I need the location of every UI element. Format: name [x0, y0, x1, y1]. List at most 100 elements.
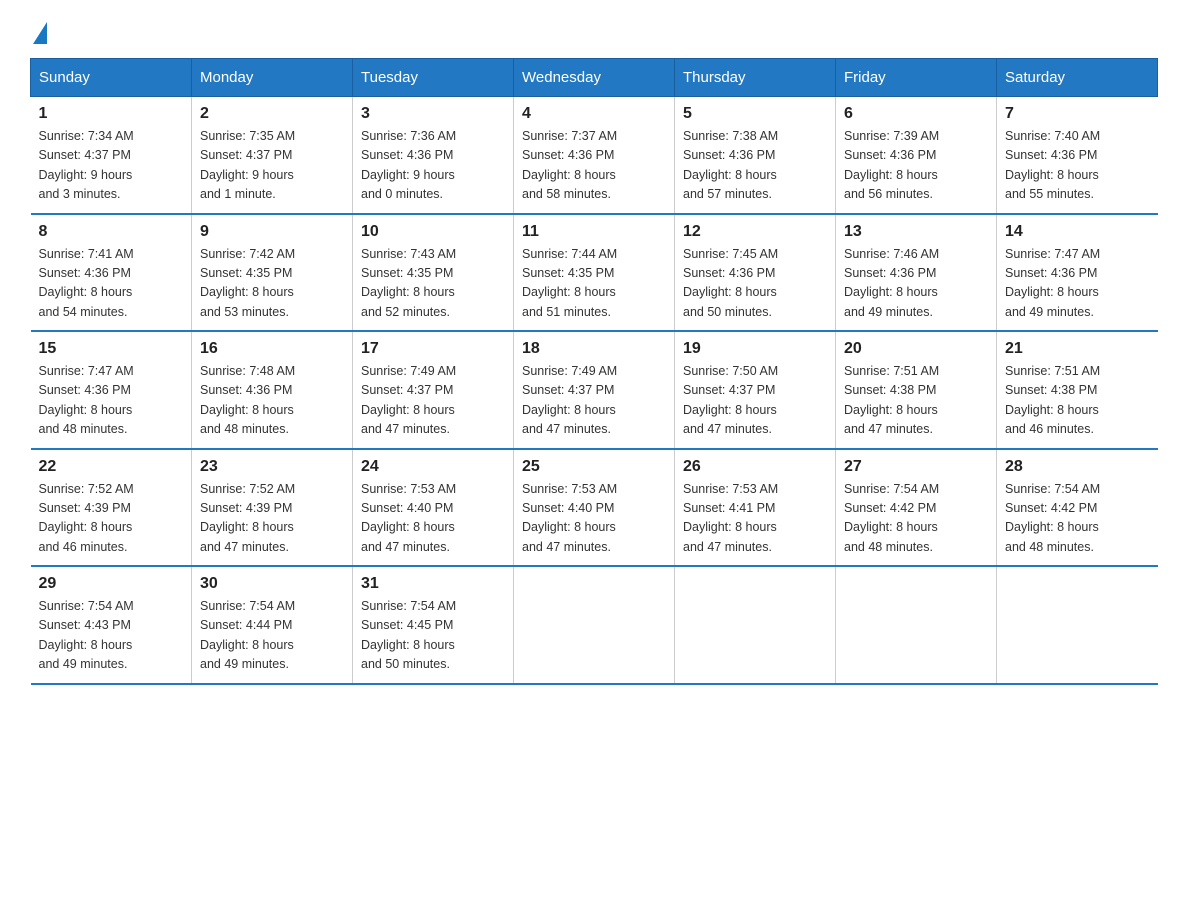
day-info: Sunrise: 7:47 AM Sunset: 4:36 PM Dayligh…: [39, 362, 184, 440]
day-number: 1: [39, 105, 184, 123]
day-number: 31: [361, 575, 505, 593]
day-number: 3: [361, 105, 505, 123]
day-info: Sunrise: 7:54 AM Sunset: 4:42 PM Dayligh…: [1005, 480, 1150, 558]
day-info: Sunrise: 7:52 AM Sunset: 4:39 PM Dayligh…: [200, 480, 344, 558]
day-header-wednesday: Wednesday: [514, 59, 675, 97]
day-info: Sunrise: 7:38 AM Sunset: 4:36 PM Dayligh…: [683, 127, 827, 205]
day-info: Sunrise: 7:45 AM Sunset: 4:36 PM Dayligh…: [683, 245, 827, 323]
calendar-week-row: 22 Sunrise: 7:52 AM Sunset: 4:39 PM Dayli…: [31, 449, 1158, 567]
day-info: Sunrise: 7:41 AM Sunset: 4:36 PM Dayligh…: [39, 245, 184, 323]
logo-triangle-icon: [33, 22, 47, 44]
day-number: 13: [844, 223, 988, 241]
day-number: 14: [1005, 223, 1150, 241]
day-header-sunday: Sunday: [31, 59, 192, 97]
day-number: 24: [361, 458, 505, 476]
day-info: Sunrise: 7:42 AM Sunset: 4:35 PM Dayligh…: [200, 245, 344, 323]
day-header-tuesday: Tuesday: [353, 59, 514, 97]
day-number: 21: [1005, 340, 1150, 358]
day-header-friday: Friday: [836, 59, 997, 97]
calendar-cell: 26 Sunrise: 7:53 AM Sunset: 4:41 PM Dayli…: [675, 449, 836, 567]
calendar-cell: 18 Sunrise: 7:49 AM Sunset: 4:37 PM Dayli…: [514, 331, 675, 449]
calendar-cell: 5 Sunrise: 7:38 AM Sunset: 4:36 PM Daylig…: [675, 97, 836, 214]
day-number: 25: [522, 458, 666, 476]
day-info: Sunrise: 7:35 AM Sunset: 4:37 PM Dayligh…: [200, 127, 344, 205]
day-header-monday: Monday: [192, 59, 353, 97]
calendar-cell: 12 Sunrise: 7:45 AM Sunset: 4:36 PM Dayli…: [675, 214, 836, 332]
calendar-cell: 6 Sunrise: 7:39 AM Sunset: 4:36 PM Daylig…: [836, 97, 997, 214]
calendar-cell: [514, 566, 675, 684]
calendar-cell: 3 Sunrise: 7:36 AM Sunset: 4:36 PM Daylig…: [353, 97, 514, 214]
calendar-cell: 10 Sunrise: 7:43 AM Sunset: 4:35 PM Dayli…: [353, 214, 514, 332]
day-number: 2: [200, 105, 344, 123]
day-number: 5: [683, 105, 827, 123]
day-info: Sunrise: 7:51 AM Sunset: 4:38 PM Dayligh…: [844, 362, 988, 440]
day-info: Sunrise: 7:47 AM Sunset: 4:36 PM Dayligh…: [1005, 245, 1150, 323]
day-info: Sunrise: 7:53 AM Sunset: 4:40 PM Dayligh…: [361, 480, 505, 558]
day-number: 15: [39, 340, 184, 358]
calendar-cell: 20 Sunrise: 7:51 AM Sunset: 4:38 PM Dayli…: [836, 331, 997, 449]
calendar-cell: 29Sunrise: 7:54 AM Sunset: 4:43 PM Dayli…: [31, 566, 192, 684]
day-number: 23: [200, 458, 344, 476]
day-number: 28: [1005, 458, 1150, 476]
day-info: Sunrise: 7:49 AM Sunset: 4:37 PM Dayligh…: [522, 362, 666, 440]
calendar-cell: 1Sunrise: 7:34 AM Sunset: 4:37 PM Daylig…: [31, 97, 192, 214]
day-info: Sunrise: 7:36 AM Sunset: 4:36 PM Dayligh…: [361, 127, 505, 205]
day-number: 26: [683, 458, 827, 476]
calendar-cell: 16Sunrise: 7:48 AM Sunset: 4:36 PM Dayli…: [192, 331, 353, 449]
day-number: 17: [361, 340, 505, 358]
logo: [30, 20, 47, 40]
calendar-cell: 31 Sunrise: 7:54 AM Sunset: 4:45 PM Dayli…: [353, 566, 514, 684]
calendar-week-row: 15 Sunrise: 7:47 AM Sunset: 4:36 PM Dayli…: [31, 331, 1158, 449]
day-header-saturday: Saturday: [997, 59, 1158, 97]
calendar-cell: 4 Sunrise: 7:37 AM Sunset: 4:36 PM Daylig…: [514, 97, 675, 214]
calendar-cell: 21Sunrise: 7:51 AM Sunset: 4:38 PM Dayli…: [997, 331, 1158, 449]
calendar-cell: 9 Sunrise: 7:42 AM Sunset: 4:35 PM Daylig…: [192, 214, 353, 332]
day-number: 18: [522, 340, 666, 358]
calendar-week-row: 29Sunrise: 7:54 AM Sunset: 4:43 PM Dayli…: [31, 566, 1158, 684]
calendar-cell: 24 Sunrise: 7:53 AM Sunset: 4:40 PM Dayli…: [353, 449, 514, 567]
calendar-cell: 14 Sunrise: 7:47 AM Sunset: 4:36 PM Dayli…: [997, 214, 1158, 332]
day-number: 20: [844, 340, 988, 358]
calendar-week-row: 1Sunrise: 7:34 AM Sunset: 4:37 PM Daylig…: [31, 97, 1158, 214]
day-info: Sunrise: 7:54 AM Sunset: 4:43 PM Dayligh…: [39, 597, 184, 675]
day-info: Sunrise: 7:53 AM Sunset: 4:41 PM Dayligh…: [683, 480, 827, 558]
day-number: 9: [200, 223, 344, 241]
calendar-cell: 28 Sunrise: 7:54 AM Sunset: 4:42 PM Dayli…: [997, 449, 1158, 567]
day-info: Sunrise: 7:53 AM Sunset: 4:40 PM Dayligh…: [522, 480, 666, 558]
calendar-header-row: SundayMondayTuesdayWednesdayThursdayFrid…: [31, 59, 1158, 97]
calendar-table: SundayMondayTuesdayWednesdayThursdayFrid…: [30, 58, 1158, 685]
calendar-cell: 17Sunrise: 7:49 AM Sunset: 4:37 PM Dayli…: [353, 331, 514, 449]
day-info: Sunrise: 7:39 AM Sunset: 4:36 PM Dayligh…: [844, 127, 988, 205]
day-info: Sunrise: 7:54 AM Sunset: 4:44 PM Dayligh…: [200, 597, 344, 675]
calendar-cell: 11 Sunrise: 7:44 AM Sunset: 4:35 PM Dayli…: [514, 214, 675, 332]
day-number: 30: [200, 575, 344, 593]
page-header: [30, 20, 1158, 40]
day-number: 8: [39, 223, 184, 241]
calendar-cell: 25 Sunrise: 7:53 AM Sunset: 4:40 PM Dayli…: [514, 449, 675, 567]
day-number: 6: [844, 105, 988, 123]
day-info: Sunrise: 7:43 AM Sunset: 4:35 PM Dayligh…: [361, 245, 505, 323]
calendar-cell: [675, 566, 836, 684]
day-info: Sunrise: 7:46 AM Sunset: 4:36 PM Dayligh…: [844, 245, 988, 323]
calendar-cell: 30 Sunrise: 7:54 AM Sunset: 4:44 PM Dayli…: [192, 566, 353, 684]
day-number: 12: [683, 223, 827, 241]
calendar-cell: [997, 566, 1158, 684]
day-info: Sunrise: 7:50 AM Sunset: 4:37 PM Dayligh…: [683, 362, 827, 440]
calendar-cell: 8 Sunrise: 7:41 AM Sunset: 4:36 PM Daylig…: [31, 214, 192, 332]
day-info: Sunrise: 7:54 AM Sunset: 4:45 PM Dayligh…: [361, 597, 505, 675]
calendar-cell: 22 Sunrise: 7:52 AM Sunset: 4:39 PM Dayli…: [31, 449, 192, 567]
day-number: 22: [39, 458, 184, 476]
day-number: 4: [522, 105, 666, 123]
day-number: 10: [361, 223, 505, 241]
day-info: Sunrise: 7:37 AM Sunset: 4:36 PM Dayligh…: [522, 127, 666, 205]
day-info: Sunrise: 7:54 AM Sunset: 4:42 PM Dayligh…: [844, 480, 988, 558]
day-number: 11: [522, 223, 666, 241]
day-number: 27: [844, 458, 988, 476]
day-number: 19: [683, 340, 827, 358]
calendar-week-row: 8 Sunrise: 7:41 AM Sunset: 4:36 PM Daylig…: [31, 214, 1158, 332]
day-info: Sunrise: 7:52 AM Sunset: 4:39 PM Dayligh…: [39, 480, 184, 558]
calendar-cell: 15 Sunrise: 7:47 AM Sunset: 4:36 PM Dayli…: [31, 331, 192, 449]
calendar-cell: [836, 566, 997, 684]
day-number: 16: [200, 340, 344, 358]
day-info: Sunrise: 7:44 AM Sunset: 4:35 PM Dayligh…: [522, 245, 666, 323]
